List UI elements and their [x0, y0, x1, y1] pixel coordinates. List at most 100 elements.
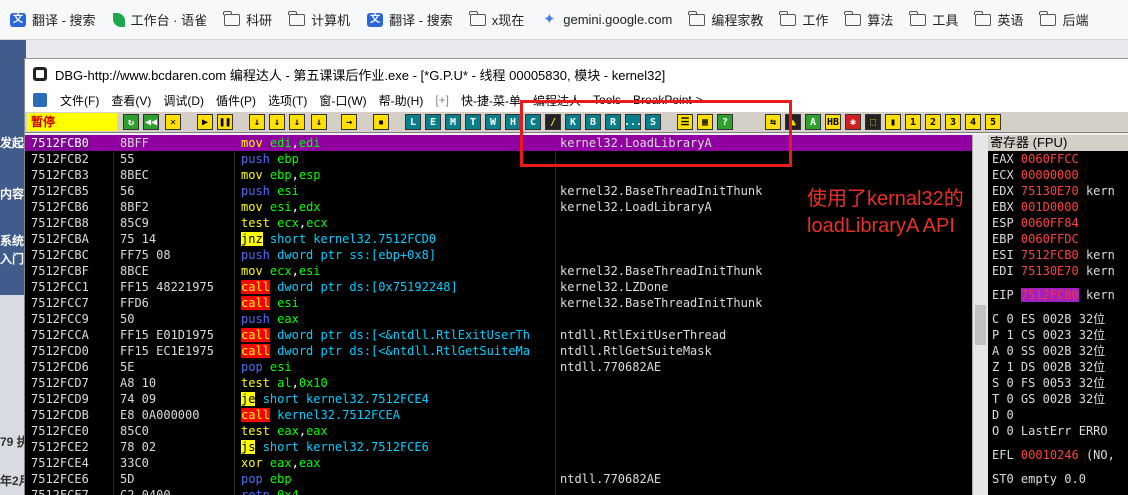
disasm-row[interactable]: 7512FCE6 5D pop ebp ntdll.770682AE	[25, 471, 972, 487]
bookmark-item[interactable]: 英语	[971, 0, 1036, 40]
disasm-row[interactable]: 7512FCC7 FFD6 call esi kernel32.BaseThreadI…	[25, 295, 972, 311]
menu-item[interactable]: 查看(V)	[105, 92, 157, 109]
view-h-button[interactable]: H	[505, 114, 521, 130]
view-w-button[interactable]: W	[485, 114, 501, 130]
disasm-row[interactable]: 7512FCBF 8BCE mov ecx,esi kernel32.BaseThre…	[25, 263, 972, 279]
flag-value[interactable]: C 0	[992, 312, 1014, 326]
register-name: ESP	[992, 216, 1014, 230]
debug-control-button[interactable]: ◀◀	[143, 114, 159, 130]
menu-item[interactable]: [+]	[429, 93, 455, 107]
disasm-row[interactable]: 7512FCC9 50 push eax	[25, 311, 972, 327]
view-l-button[interactable]: L	[405, 114, 421, 130]
view-e-button[interactable]: E	[425, 114, 441, 130]
menu-item[interactable]: 调试(D)	[157, 92, 210, 109]
bookmark-item[interactable]: x现在	[466, 0, 538, 40]
bookmark-item[interactable]: 后端	[1036, 0, 1101, 40]
debug-control-button[interactable]: ❚❚	[217, 114, 233, 130]
debug-control-button[interactable]: ▪	[373, 114, 389, 130]
tool-button[interactable]: ✱	[845, 114, 861, 130]
register-value[interactable]: 75130E70	[1021, 264, 1079, 278]
segment-register: ES 002B	[1020, 312, 1072, 326]
tool-button[interactable]: ⬚	[865, 114, 881, 130]
bookmark-item[interactable]: 文翻译 - 搜索	[6, 0, 109, 40]
disasm-row[interactable]: 7512FCB2 55 push ebp	[25, 151, 972, 167]
disasm-row[interactable]: 7512FCE0 85C0 test eax,eax	[25, 423, 972, 439]
register-value[interactable]: 00000000	[1021, 168, 1079, 182]
bookmark-item[interactable]: 算法	[841, 0, 906, 40]
workspace-1-button[interactable]: 1	[905, 114, 921, 130]
disasm-row[interactable]: 7512FCCA FF15 E01D1975 call dword ptr ds:[…	[25, 327, 972, 343]
bookmark-item[interactable]: 编程家教	[685, 0, 776, 40]
instruction-text: push esi	[241, 183, 299, 199]
register-value[interactable]: 7512FCB0	[1021, 248, 1079, 262]
bookmark-item[interactable]: 文翻译 - 搜索	[363, 0, 466, 40]
instruction-bytes: FFD6	[120, 296, 149, 310]
disasm-row[interactable]: 7512FCD6 5E pop esi ntdll.770682AE	[25, 359, 972, 375]
view-t-button[interactable]: T	[465, 114, 481, 130]
menu-item[interactable]: 选项(T)	[262, 92, 313, 109]
flag-row: Z 1 DS 002B 32位	[992, 359, 1105, 375]
menu-item[interactable]: 窗-口(W)	[313, 92, 372, 109]
disasm-row[interactable]: 7512FCD9 74 09 je short kernel32.7512FCE4	[25, 391, 972, 407]
bookmark-item[interactable]: 科研	[220, 0, 285, 40]
workspace-3-button[interactable]: 3	[945, 114, 961, 130]
flag-value[interactable]: P 1	[992, 328, 1014, 342]
register-value[interactable]: 0060FF84	[1021, 216, 1079, 230]
disasm-row[interactable]: 7512FCD7 A8 10 test al,0x10	[25, 375, 972, 391]
bookmark-item[interactable]: 工作	[776, 0, 841, 40]
menu-app-icon[interactable]	[33, 93, 47, 107]
bookmark-label: 工具	[932, 13, 959, 28]
bookmark-item[interactable]: 工具	[906, 0, 971, 40]
disasm-row[interactable]: 7512FCDB E8 0A000000 call kernel32.7512FCE…	[25, 407, 972, 423]
debug-control-button[interactable]: ↓	[311, 114, 327, 130]
tool-button[interactable]: HB	[825, 114, 841, 130]
register-value[interactable]: 00010246	[1021, 448, 1079, 462]
view-m-button[interactable]: M	[445, 114, 461, 130]
disasm-row[interactable]: 7512FCB3 8BEC mov ebp,esp	[25, 167, 972, 183]
register-value[interactable]: 75130E70	[1021, 184, 1079, 198]
tool-button[interactable]: ▮	[885, 114, 901, 130]
flag-value[interactable]: S 0	[992, 376, 1014, 390]
registers-pane[interactable]: 寄存器 (FPU) EAX 0060FFCC ECX 00000000 EDX …	[988, 135, 1128, 495]
debug-control-button[interactable]: ↻	[123, 114, 139, 130]
operands: ecx,esi	[269, 264, 321, 278]
debug-control-button[interactable]: ↓	[289, 114, 305, 130]
disasm-row[interactable]: 7512FCE7 C2 0400 retn 0x4	[25, 487, 972, 495]
flag-value[interactable]: T 0	[992, 392, 1014, 406]
menu-item[interactable]: 文件(F)	[54, 92, 105, 109]
register-value[interactable]: 001D0000	[1021, 200, 1079, 214]
bookmark-item[interactable]: ✦ gemini.google.com	[537, 0, 685, 40]
operands: edi,edi	[269, 136, 321, 150]
debug-control-button[interactable]: →	[341, 114, 357, 130]
register-value[interactable]: 7512FCB0	[1020, 288, 1079, 302]
menu-item[interactable]: 偱件(P)	[210, 92, 262, 109]
tool-button[interactable]: A	[805, 114, 821, 130]
register-name: EDX	[992, 184, 1014, 198]
flag-value[interactable]: A 0	[992, 344, 1014, 358]
flag-value[interactable]: D 0	[992, 408, 1014, 422]
disasm-row[interactable]: 7512FCBC FF75 08 push dword ptr ss:[ebp+0x…	[25, 247, 972, 263]
opcode: test	[241, 424, 270, 438]
disasm-row[interactable]: 7512FCD0 FF15 EC1E1975 call dword ptr ds:[…	[25, 343, 972, 359]
workspace-4-button[interactable]: 4	[965, 114, 981, 130]
flag-value[interactable]: Z 1	[992, 360, 1014, 374]
menu-item[interactable]: 帮-助(H)	[373, 92, 430, 109]
workspace-5-button[interactable]: 5	[985, 114, 1001, 130]
bookmark-item[interactable]: 计算机	[285, 0, 363, 40]
disasm-row[interactable]: 7512FCE2 78 02 js short kernel32.7512FCE6	[25, 439, 972, 455]
debug-control-button[interactable]: ✕	[165, 114, 181, 130]
disasm-row[interactable]: 7512FCC1 FF15 48221975 call dword ptr ds:[…	[25, 279, 972, 295]
register-value[interactable]: 0060FFDC	[1021, 232, 1079, 246]
debug-control-button[interactable]: ↓	[249, 114, 265, 130]
bookmark-item[interactable]: 工作台 · 语雀	[109, 0, 221, 40]
disasm-row[interactable]: 7512FCE4 33C0 xor eax,eax	[25, 455, 972, 471]
flag-value[interactable]: O 0	[992, 424, 1014, 438]
workspace-2-button[interactable]: 2	[925, 114, 941, 130]
menu-item[interactable]: 快-捷-菜-单	[455, 92, 527, 109]
debug-control-button[interactable]: ▶	[197, 114, 213, 130]
window-titlebar[interactable]: DBG-http://www.bcdaren.com 编程达人 - 第五课课后作…	[25, 59, 1128, 89]
register-value[interactable]: 0060FFCC	[1021, 152, 1079, 166]
debug-control-button[interactable]: ↓	[269, 114, 285, 130]
scrollbar-thumb[interactable]	[975, 305, 986, 345]
disasm-row[interactable]: 7512FCB0 8BFF mov edi,edi kernel32.LoadLibr…	[25, 135, 972, 151]
